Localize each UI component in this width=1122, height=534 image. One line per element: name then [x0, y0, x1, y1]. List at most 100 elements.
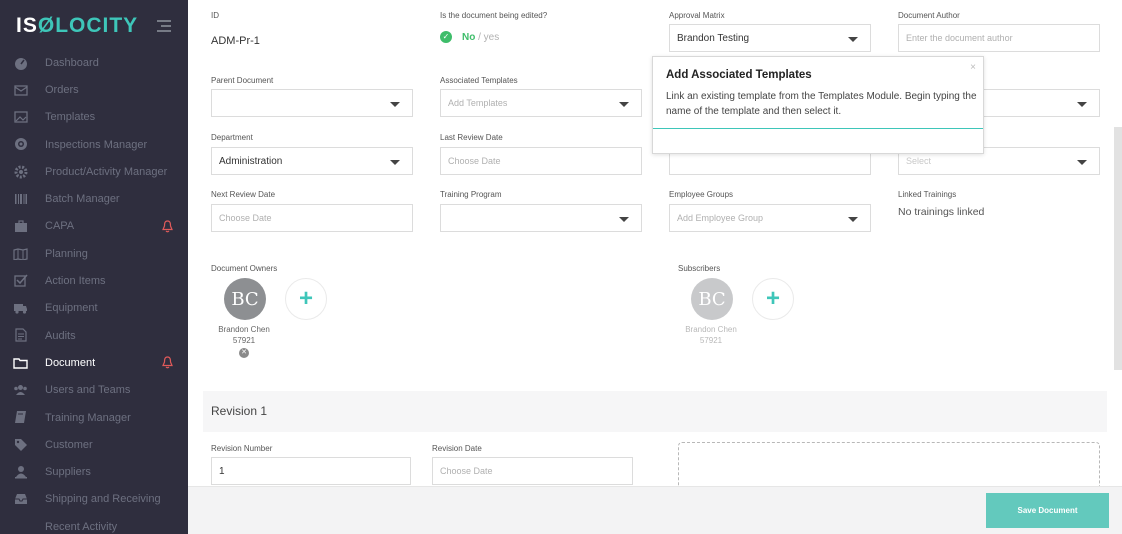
- sidebar-item-shipping-and-receiving[interactable]: Shipping and Receiving: [0, 486, 188, 513]
- parent-label: Parent Document: [211, 76, 274, 85]
- sidebar-item-batch-manager[interactable]: Batch Manager: [0, 185, 188, 212]
- dept-value: Administration: [219, 156, 283, 167]
- sidebar-item-audits[interactable]: Audits: [0, 322, 188, 349]
- logo-o: Ø: [37, 14, 56, 37]
- sidebar-item-recent-activity[interactable]: Recent Activity: [0, 513, 188, 534]
- sidebar-item-templates[interactable]: Templates: [0, 104, 188, 131]
- owner-name-text: Brandon Chen: [218, 325, 270, 334]
- sidebar-item-training-manager[interactable]: Training Manager: [0, 404, 188, 431]
- popup-divider: [653, 128, 983, 129]
- revision-date-label: Revision Date: [432, 444, 482, 453]
- revision-number-input[interactable]: 1: [211, 457, 411, 485]
- revision-title: Revision 1: [211, 404, 268, 418]
- scrollbar[interactable]: [1114, 127, 1122, 370]
- barcode-icon: [13, 191, 28, 206]
- author-input[interactable]: Enter the document author: [898, 24, 1100, 52]
- emp-groups-select[interactable]: Add Employee Group: [669, 204, 871, 232]
- revision-date-placeholder: Choose Date: [440, 466, 493, 476]
- avatar: BC: [224, 278, 266, 320]
- chevron-down-icon: [390, 102, 400, 107]
- next-review-input[interactable]: Choose Date: [211, 204, 413, 232]
- sidebar-item-label: Audits: [45, 329, 76, 342]
- check-circle-icon: ✓: [440, 31, 452, 43]
- sidebar-item-product-activity-manager[interactable]: Product/Activity Manager: [0, 158, 188, 185]
- book-icon: [13, 410, 28, 425]
- select-placeholder: Select: [906, 156, 932, 166]
- linked-value: No trainings linked: [898, 206, 985, 218]
- last-review-input[interactable]: Choose Date: [440, 147, 642, 175]
- parent-select[interactable]: [211, 89, 413, 117]
- edited-no[interactable]: No: [462, 32, 475, 43]
- chevron-down-icon: [390, 160, 400, 165]
- sidebar-item-customer[interactable]: Customer: [0, 431, 188, 458]
- approval-select[interactable]: Brandon Testing: [669, 24, 871, 52]
- sidebar-item-equipment[interactable]: Equipment: [0, 295, 188, 322]
- sidebar-item-suppliers[interactable]: Suppliers: [0, 458, 188, 485]
- avatar: BC: [691, 278, 733, 320]
- briefcase-icon: [13, 219, 28, 234]
- revision-number-label: Revision Number: [211, 444, 273, 453]
- sidebar-item-users-and-teams[interactable]: Users and Teams: [0, 377, 188, 404]
- approval-label: Approval Matrix: [669, 11, 725, 20]
- logo-text-left: IS: [16, 14, 38, 37]
- sidebar-item-label: Equipment: [45, 302, 98, 315]
- edited-yes[interactable]: / yes: [475, 32, 499, 43]
- app-logo[interactable]: ISØLOCITY: [16, 14, 138, 38]
- owners-label: Document Owners: [211, 264, 278, 273]
- file-icon: [13, 328, 28, 343]
- dashboard-icon: [13, 55, 28, 70]
- sidebar-item-label: CAPA: [45, 220, 75, 233]
- sidebar-item-label: Suppliers: [45, 466, 91, 479]
- sidebar-item-action-items[interactable]: Action Items: [0, 267, 188, 294]
- map-icon: [13, 246, 28, 261]
- training-select[interactable]: [440, 204, 642, 232]
- chevron-down-icon: [848, 37, 858, 42]
- close-icon[interactable]: ×: [970, 62, 976, 73]
- menu-toggle-icon[interactable]: [157, 20, 171, 35]
- chevron-down-icon: [619, 102, 629, 107]
- chevron-down-icon: [848, 217, 858, 222]
- popup-title: Add Associated Templates: [666, 69, 812, 81]
- linked-label: Linked Trainings: [898, 190, 957, 199]
- assoc-templates-select[interactable]: Add Templates: [440, 89, 642, 117]
- subscribers-label: Subscribers: [678, 264, 721, 273]
- footer-bar: [188, 486, 1122, 534]
- training-label: Training Program: [440, 190, 502, 199]
- revision-date-input[interactable]: Choose Date: [432, 457, 633, 485]
- sidebar: ISØLOCITY Dashboard Orders Templates Inspec…: [0, 0, 188, 534]
- checkbox-icon: [13, 273, 28, 288]
- subscriber-id-text: 57921: [699, 336, 723, 345]
- sidebar-item-orders[interactable]: Orders: [0, 76, 188, 103]
- sidebar-item-label: Training Manager: [45, 411, 131, 424]
- sidebar-item-document[interactable]: Document: [0, 349, 188, 376]
- remove-owner-icon[interactable]: ✕: [239, 348, 249, 358]
- target-icon: [13, 137, 28, 152]
- subscriber-name-text: Brandon Chen: [685, 325, 737, 334]
- sidebar-item-label: Dashboard: [45, 56, 99, 69]
- add-subscriber-button[interactable]: +: [752, 278, 794, 320]
- bell-icon[interactable]: [162, 356, 173, 369]
- author-placeholder: Enter the document author: [906, 33, 1013, 43]
- sidebar-item-label: Action Items: [45, 275, 106, 288]
- bell-icon[interactable]: [162, 220, 173, 233]
- sidebar-item-label: Inspections Manager: [45, 138, 148, 151]
- chevron-down-icon: [1077, 160, 1087, 165]
- edited-toggle[interactable]: No / yes: [462, 32, 499, 43]
- sidebar-item-planning[interactable]: Planning: [0, 240, 188, 267]
- add-owner-button[interactable]: +: [285, 278, 327, 320]
- owner-id-text: 57921: [232, 336, 256, 345]
- next-review-placeholder: Choose Date: [219, 213, 272, 223]
- id-value: ADM-Pr-1: [211, 35, 260, 47]
- sidebar-item-capa[interactable]: CAPA: [0, 213, 188, 240]
- envelope-icon: [13, 82, 28, 97]
- sidebar-item-inspections-manager[interactable]: Inspections Manager: [0, 131, 188, 158]
- save-document-button[interactable]: Save Document: [986, 493, 1109, 528]
- subscriber-name: Brandon Chen 57921: [676, 324, 746, 346]
- emp-groups-placeholder: Add Employee Group: [677, 213, 764, 223]
- revision-number-value: 1: [219, 466, 225, 477]
- assoc-placeholder: Add Templates: [448, 98, 508, 108]
- sidebar-item-label: Templates: [45, 111, 96, 124]
- sidebar-item-dashboard[interactable]: Dashboard: [0, 49, 188, 76]
- owner-name: Brandon Chen 57921: [209, 324, 279, 346]
- dept-select[interactable]: Administration: [211, 147, 413, 175]
